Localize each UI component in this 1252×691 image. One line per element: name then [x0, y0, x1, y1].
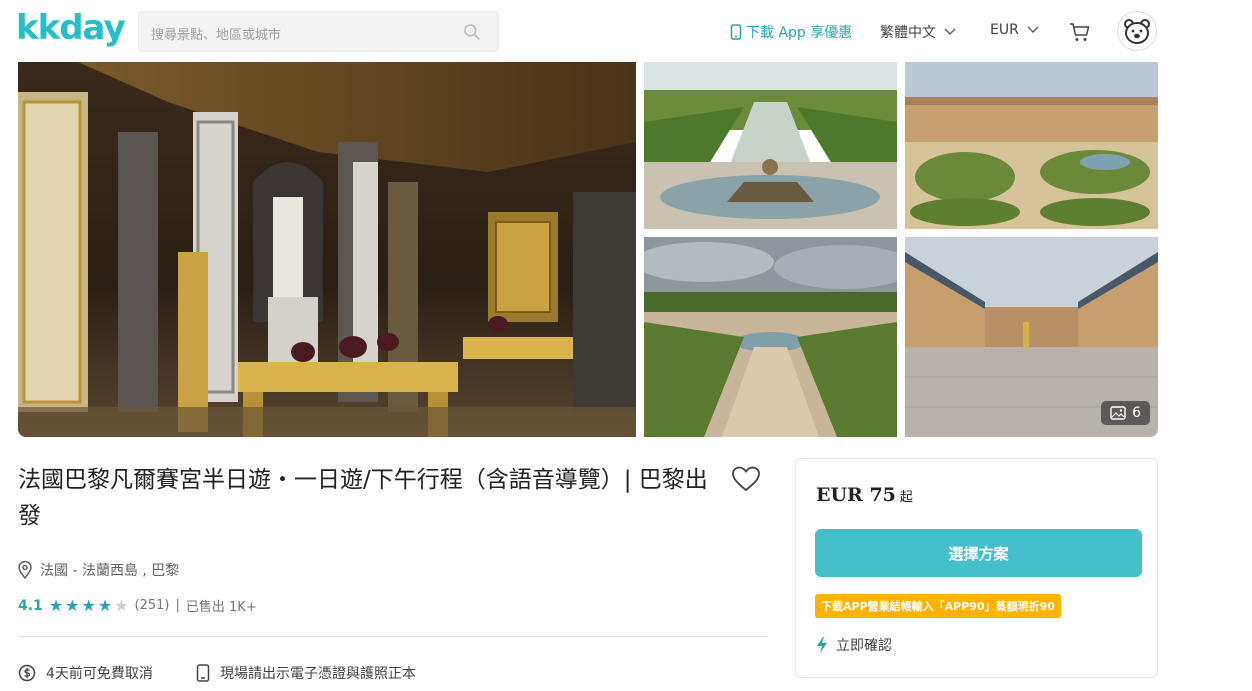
gallery-photo-orangerie[interactable] — [644, 237, 897, 437]
booking-card: EUR 75 起 選擇方案 下載APP營業結帳輸入「APP90」蒸額現折90 立即… — [795, 458, 1158, 678]
sold-count: 已售出 1K+ — [185, 600, 257, 615]
chevron-down-icon — [1027, 26, 1039, 34]
currency-selector[interactable]: EUR — [990, 22, 1039, 38]
photo-gallery: 6 — [18, 62, 1158, 437]
star-filled-icon: ★ — [81, 595, 96, 615]
price-display: EUR 75 起 — [816, 484, 913, 506]
top-navigation-bar: kkday 搜尋景點、地區或城市 下載 App 享優惠 繁體中文 EUR — [0, 0, 1252, 62]
bear-avatar-icon — [1124, 19, 1150, 44]
section-divider — [18, 636, 768, 637]
rating-score: 4.1 — [18, 597, 43, 614]
app-promo-badge: 下載APP營業結帳輸入「APP90」蒸額現折90 — [815, 594, 1061, 618]
review-count[interactable]: (251) — [135, 598, 170, 613]
currency-label: EUR — [990, 22, 1019, 38]
lightning-icon — [817, 637, 827, 653]
instant-confirmation: 立即確認 — [816, 635, 892, 655]
feature-label: 4天前可免費取消 — [46, 666, 153, 682]
location-info: 法國 - 法蘭西島 , 巴黎 — [18, 560, 179, 580]
mobile-phone-icon — [730, 24, 742, 40]
star-filled-icon: ★ — [48, 595, 64, 615]
select-package-button[interactable]: 選擇方案 — [815, 529, 1142, 577]
rating-row: 4.1 ★ ★ ★ ★ ★ (251) | 已售出 1K+ — [18, 596, 257, 615]
user-avatar[interactable] — [1117, 11, 1157, 51]
image-gallery-icon — [1110, 406, 1126, 420]
mobile-voucher-icon — [196, 664, 210, 682]
star-filled-icon: ★ — [97, 595, 113, 615]
star-filled-icon: ★ — [65, 595, 80, 615]
product-title: 法國巴黎凡爾賽宮半日遊・一日遊/下午行程（含語音導覽）| 巴黎出發 — [18, 467, 708, 529]
download-app-label: 下載 App 享優惠 — [746, 25, 853, 41]
download-app-link[interactable]: 下載 App 享優惠 — [730, 22, 852, 42]
search-input[interactable]: 搜尋景點、地區或城市 — [138, 11, 499, 52]
photo-count: 6 — [1132, 405, 1141, 421]
rating-stars: ★ ★ ★ ★ ★ — [48, 595, 129, 615]
gallery-photo-palace-garden[interactable] — [905, 62, 1158, 229]
language-selector[interactable]: 繁體中文 — [880, 22, 956, 42]
feature-free-cancellation: 4天前可免費取消 — [18, 663, 153, 683]
heart-icon[interactable] — [732, 466, 760, 492]
language-label: 繁體中文 — [880, 25, 936, 41]
price-amount: EUR 75 — [816, 484, 896, 506]
shopping-cart-icon[interactable] — [1068, 20, 1092, 44]
chevron-down-icon — [944, 28, 956, 36]
gallery-main-photo[interactable] — [18, 62, 636, 437]
photo-count-badge[interactable]: 6 — [1101, 401, 1150, 425]
kkday-logo[interactable]: kkday — [16, 8, 126, 48]
location-text: 法國 - 法蘭西島 , 巴黎 — [40, 563, 180, 579]
rating-separator: | — [175, 598, 180, 613]
feature-label: 現場請出示電子憑證與護照正本 — [220, 666, 416, 682]
star-empty-icon: ★ — [114, 595, 129, 615]
gallery-photo-courtyard[interactable]: 6 — [905, 237, 1158, 437]
feature-e-voucher: 現場請出示電子憑證與護照正本 — [196, 663, 416, 683]
location-pin-icon — [18, 561, 32, 579]
price-suffix: 起 — [899, 490, 913, 505]
gallery-photo-gardens-fountain[interactable] — [644, 62, 897, 229]
search-icon[interactable] — [462, 22, 482, 42]
free-cancellation-icon — [18, 664, 36, 682]
instant-confirmation-label: 立即確認 — [836, 638, 892, 654]
search-placeholder: 搜尋景點、地區或城市 — [151, 28, 282, 43]
